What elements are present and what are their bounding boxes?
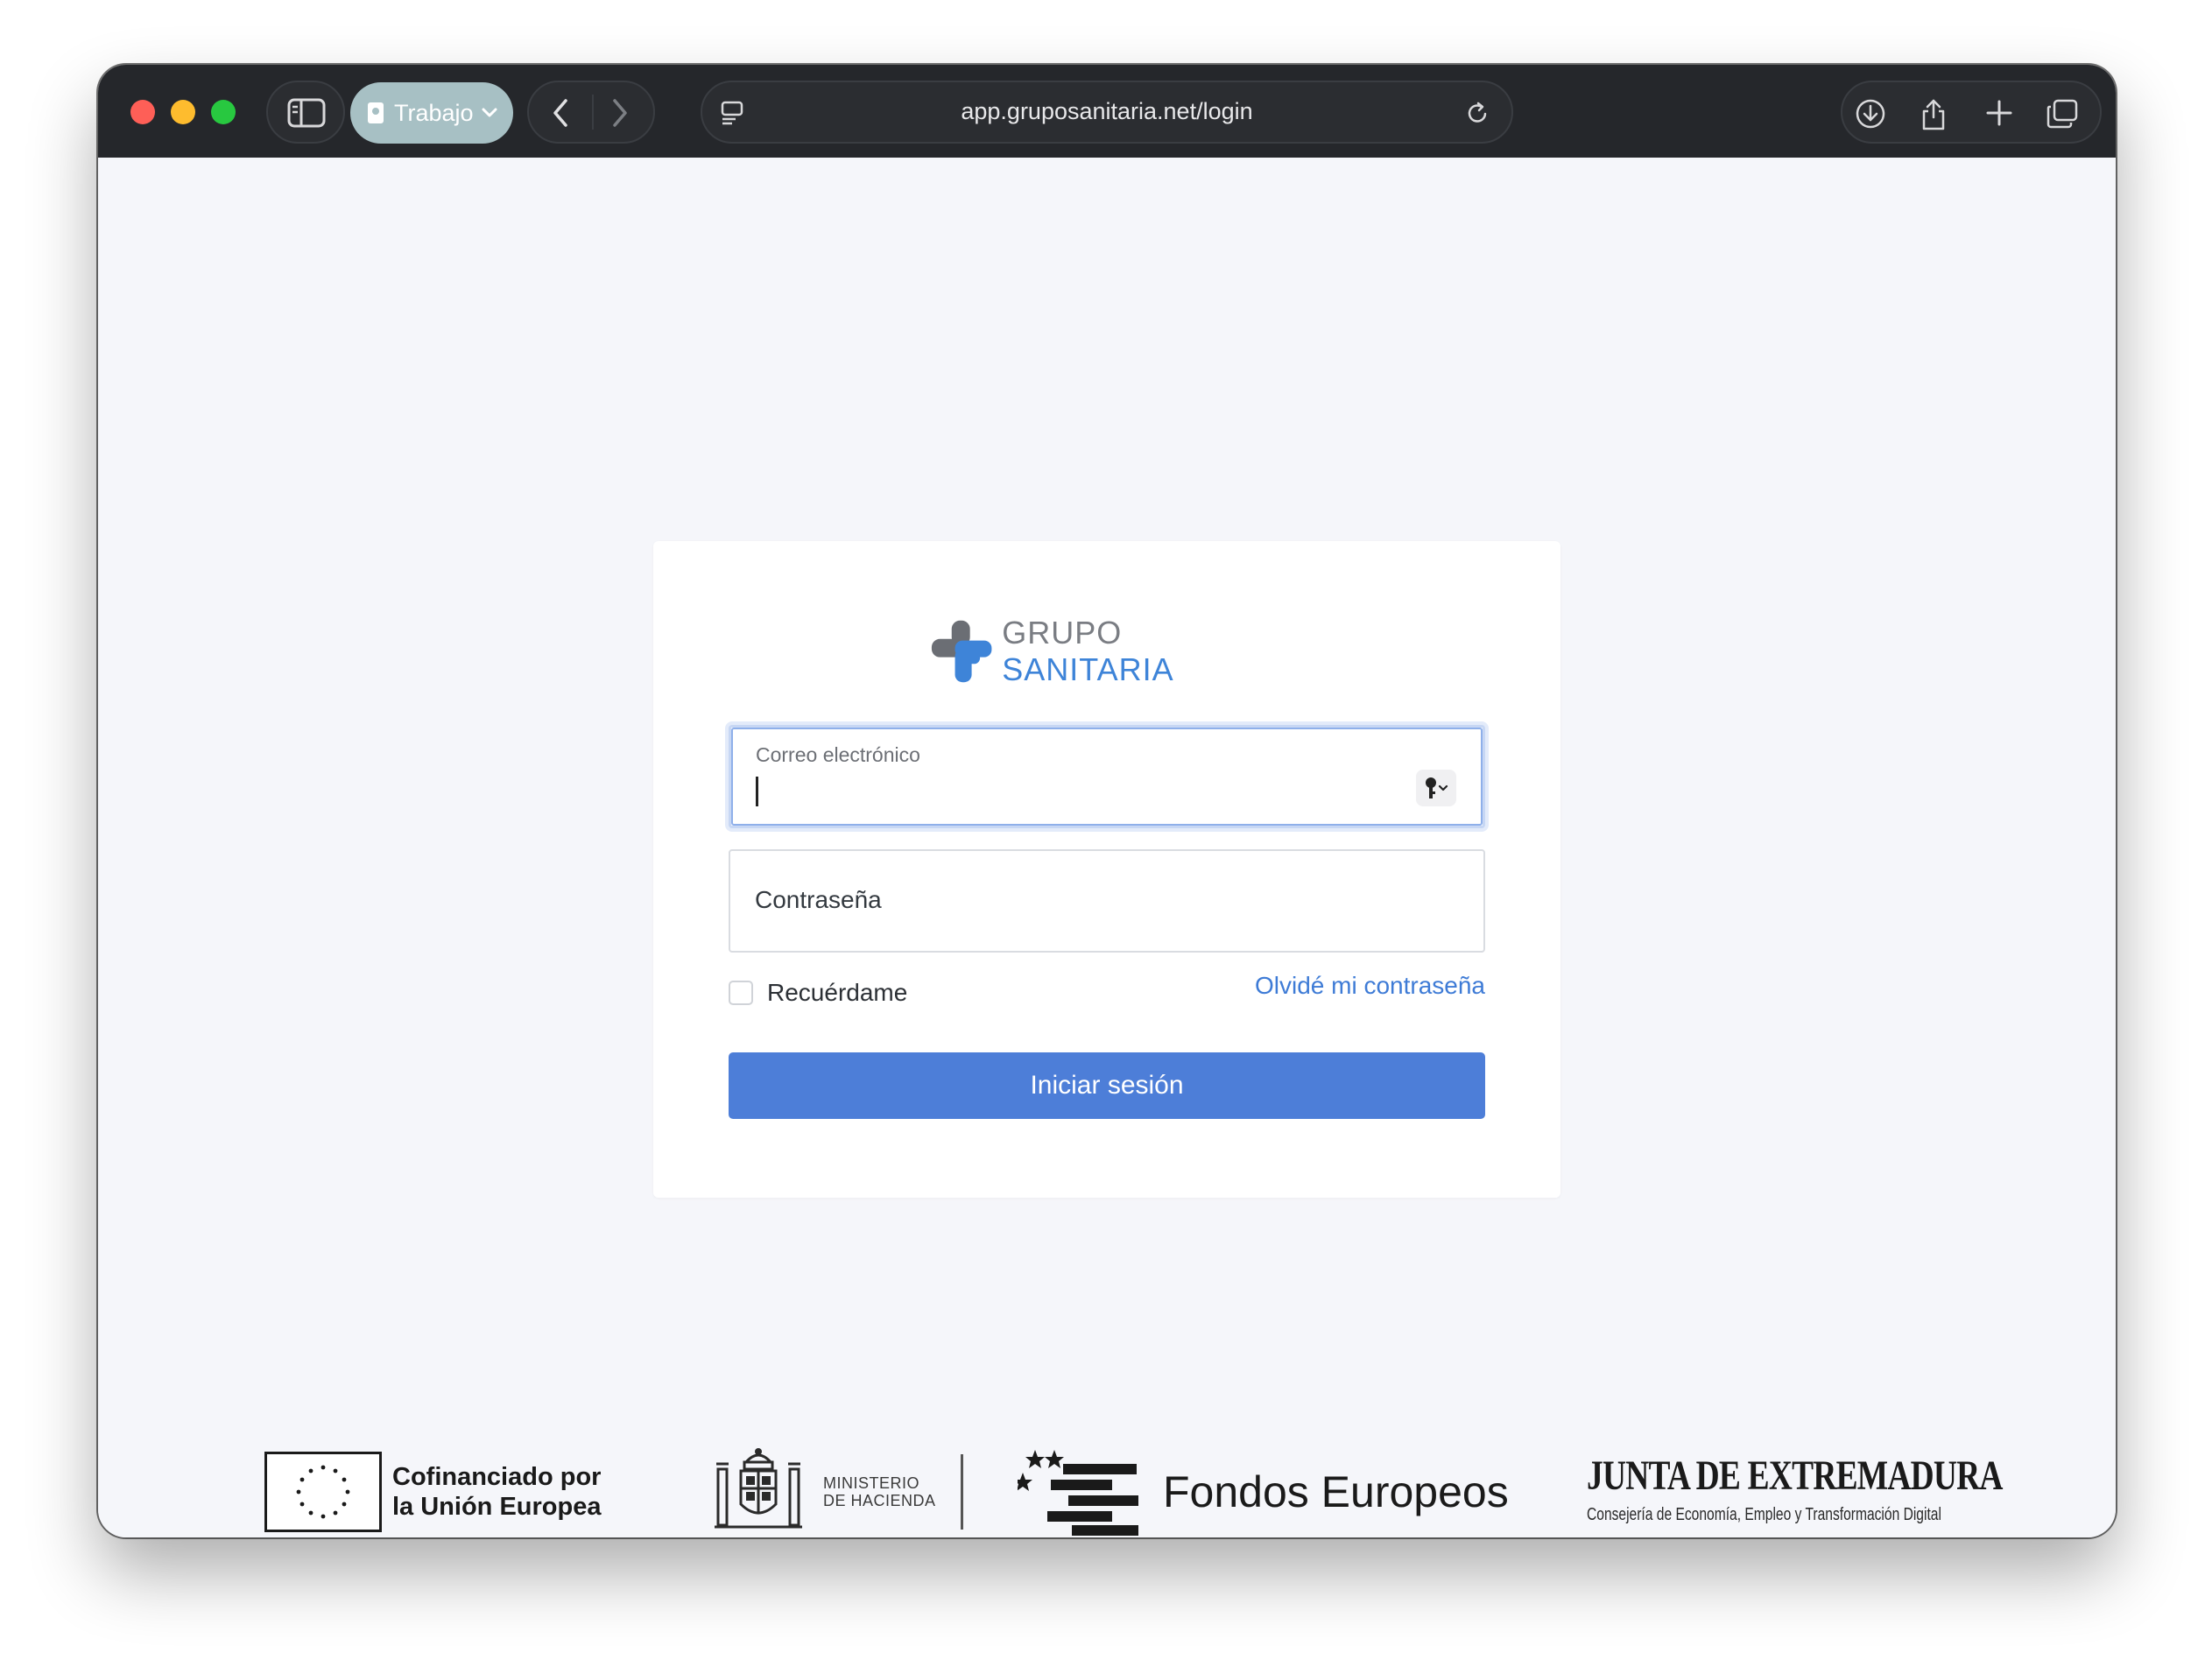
eu-flag-icon	[264, 1452, 382, 1532]
password-placeholder: Contraseña	[755, 886, 882, 913]
grupo-sanitaria-cross-icon	[931, 620, 992, 683]
divider	[960, 1454, 963, 1530]
eu-line-2: la Unión Europea	[392, 1493, 602, 1521]
brand-name: GRUPO SANITARIA	[1002, 615, 1289, 688]
eu-text: Cofinanciado por la Unión Europea	[392, 1462, 601, 1522]
login-card: GRUPO SANITARIA Correo electrónico Contr…	[653, 541, 1560, 1198]
profile-tab-group-button[interactable]: Trabajo	[350, 82, 513, 144]
url-text[interactable]: app.gruposanitaria.net/login	[702, 98, 1511, 125]
sidebar-toggle-button[interactable]	[266, 81, 345, 144]
junta-extremadura-logo: JUNTA DE EXTREMADURA Consejería de Econo…	[1587, 1452, 2116, 1525]
ministerio-line-2: DE HACIENDA	[823, 1492, 936, 1509]
coat-of-arms-icon	[715, 1448, 802, 1529]
history-navigation	[527, 81, 655, 144]
ministerio-line-1: MINISTERIO	[823, 1474, 920, 1492]
zoom-window-button[interactable]	[211, 100, 236, 124]
key-icon	[1426, 777, 1448, 798]
profile-badge-icon	[368, 102, 384, 123]
junta-subtitle: Consejería de Economía, Empleo y Transfo…	[1587, 1505, 1941, 1524]
forward-arrow-icon[interactable]	[609, 98, 630, 128]
remember-me[interactable]: Recuérdame	[729, 979, 907, 1007]
brand-name-grupo: GRUPO	[1002, 615, 1123, 651]
back-arrow-icon[interactable]	[550, 98, 571, 128]
password-field[interactable]: Contraseña	[729, 849, 1485, 953]
remember-label[interactable]: Recuérdame	[767, 979, 907, 1007]
browser-window: Trabajo app.gruposanitaria.net/login GRU…	[98, 65, 2116, 1537]
new-tab-icon[interactable]	[1984, 98, 2014, 128]
download-icon[interactable]	[1855, 98, 1886, 130]
fondos-text: Fondos Europeos	[1163, 1467, 1509, 1516]
email-field[interactable]: Correo electrónico	[729, 725, 1485, 828]
divider	[592, 95, 594, 130]
reload-icon[interactable]	[1466, 100, 1490, 126]
profile-label: Trabajo	[394, 99, 474, 126]
brand-name-sanitaria: SANITARIA	[1002, 651, 1174, 687]
tab-overview-icon[interactable]	[2046, 98, 2079, 130]
eu-line-1: Cofinanciado por	[392, 1463, 602, 1491]
chevron-down-icon	[482, 108, 497, 117]
focus-ring	[731, 728, 1483, 826]
text-cursor	[756, 777, 758, 806]
browser-toolbar: Trabajo app.gruposanitaria.net/login	[98, 65, 2116, 158]
email-label: Correo electrónico	[756, 743, 920, 766]
toolbar-actions	[1841, 81, 2102, 144]
remember-checkbox[interactable]	[729, 981, 753, 1005]
ministerio-text: MINISTERIO DE HACIENDA	[823, 1474, 936, 1509]
close-window-button[interactable]	[130, 100, 155, 124]
page-content: GRUPO SANITARIA Correo electrónico Contr…	[98, 158, 2116, 1537]
share-icon[interactable]	[1920, 98, 1948, 131]
junta-title: JUNTA DE EXTREMADURA	[1587, 1452, 2003, 1499]
fondos-europeos-flag-icon	[1018, 1450, 1138, 1536]
ministerio-hacienda-logo: MINISTERIO DE HACIENDA	[711, 1443, 963, 1537]
address-bar[interactable]: app.gruposanitaria.net/login	[701, 81, 1513, 144]
funding-logos: Cofinanciado por la Unión Europea MINIST…	[98, 1443, 2116, 1537]
password-manager-button[interactable]	[1416, 770, 1456, 806]
eu-cofinanced-logo: Cofinanciado por la Unión Europea	[264, 1452, 601, 1532]
fondos-europeos-logo: Fondos Europeos	[1018, 1443, 1509, 1537]
brand-logo: GRUPO SANITARIA	[930, 615, 1289, 688]
minimize-window-button[interactable]	[171, 100, 195, 124]
forgot-password-link[interactable]: Olvidé mi contraseña	[1255, 972, 1485, 1000]
login-button[interactable]: Iniciar sesión	[729, 1052, 1485, 1119]
sidebar-icon	[287, 98, 326, 128]
